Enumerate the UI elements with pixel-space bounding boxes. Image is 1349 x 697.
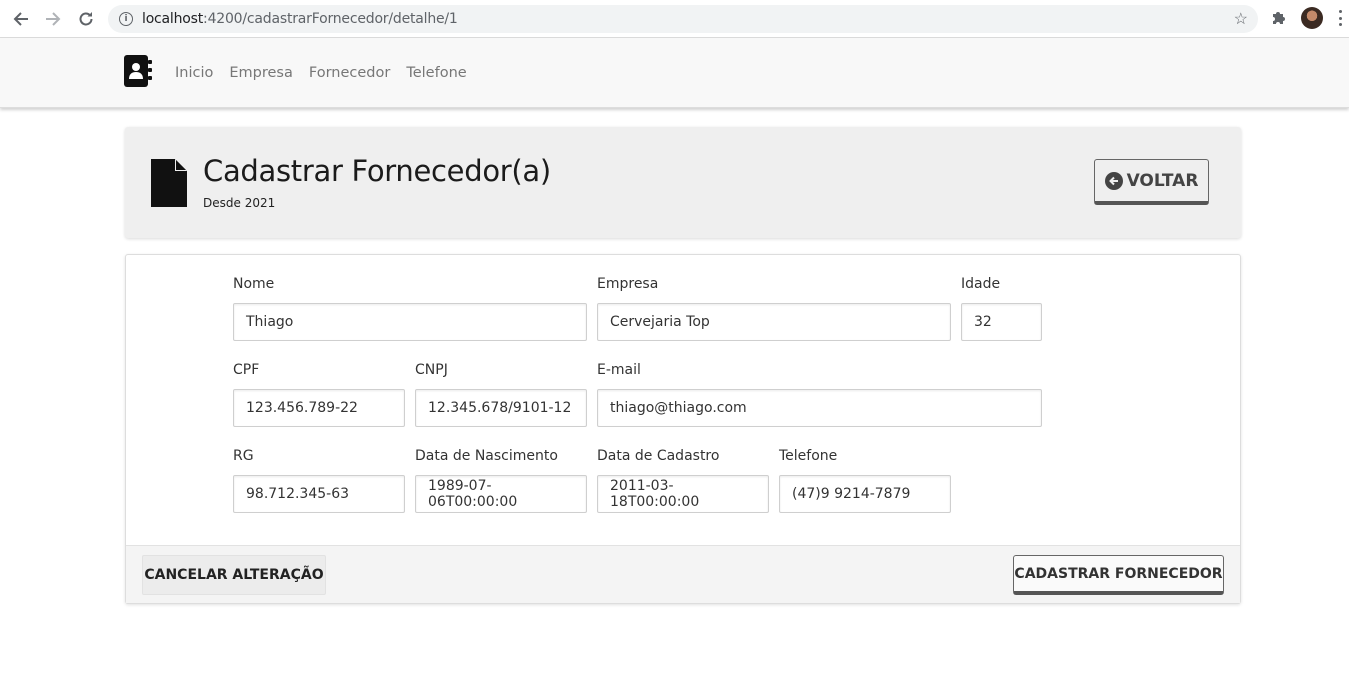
- address-book-icon[interactable]: [124, 55, 152, 87]
- nav-item-telefone[interactable]: Telefone: [406, 65, 466, 81]
- telefone-label: Telefone: [779, 448, 838, 464]
- cadastro-label: Data de Cadastro: [597, 448, 720, 464]
- field-telefone: Telefone (47)9 9214-7879: [779, 446, 951, 513]
- page-title: Cadastrar Fornecedor(a): [203, 154, 551, 188]
- nav-item-inicio[interactable]: Inicio: [175, 65, 213, 81]
- forward-icon[interactable]: [42, 8, 64, 30]
- field-email: E-mail thiago@thiago.com: [597, 360, 1042, 427]
- url-path: :4200/cadastrarFornecedor/detalhe/1: [203, 11, 458, 27]
- field-nome: Nome Thiago: [233, 274, 587, 341]
- main-menu: Inicio Empresa Fornecedor Telefone: [175, 65, 483, 81]
- app-navbar: Inicio Empresa Fornecedor Telefone: [0, 38, 1349, 108]
- form-footer: CANCELAR ALTERAÇÃO CADASTRAR FORNECEDOR: [126, 545, 1240, 603]
- file-icon: [151, 159, 187, 207]
- back-button[interactable]: VOLTAR: [1094, 159, 1209, 205]
- field-rg: RG 98.712.345-63: [233, 446, 405, 513]
- page-subtitle: Desde 2021: [203, 196, 276, 210]
- cadastro-input[interactable]: 2011-03-18T00:00:00: [597, 475, 769, 513]
- empresa-input[interactable]: Cervejaria Top: [597, 303, 951, 341]
- url-host: localhost: [142, 11, 204, 27]
- reload-icon[interactable]: [75, 8, 97, 30]
- field-idade: Idade 32: [961, 274, 1042, 341]
- nav-item-fornecedor[interactable]: Fornecedor: [309, 65, 390, 81]
- cpf-input[interactable]: 123.456.789-22: [233, 389, 405, 427]
- nascimento-label: Data de Nascimento: [415, 448, 558, 464]
- rg-label: RG: [233, 448, 254, 464]
- field-nascimento: Data de Nascimento 1989-07-06T00:00:00: [415, 446, 587, 513]
- idade-input[interactable]: 32: [961, 303, 1042, 341]
- nome-input[interactable]: Thiago: [233, 303, 587, 341]
- field-empresa: Empresa Cervejaria Top: [597, 274, 951, 341]
- field-cnpj: CNPJ 12.345.678/9101-12: [415, 360, 587, 427]
- supplier-form: Nome Thiago Empresa Cervejaria Top Idade…: [125, 254, 1241, 604]
- cnpj-input[interactable]: 12.345.678/9101-12: [415, 389, 587, 427]
- nav-item-empresa[interactable]: Empresa: [229, 65, 293, 81]
- nome-label: Nome: [233, 276, 275, 292]
- email-label: E-mail: [597, 362, 641, 378]
- cnpj-label: CNPJ: [415, 362, 448, 378]
- telefone-input[interactable]: (47)9 9214-7879: [779, 475, 951, 513]
- page-header: Cadastrar Fornecedor(a) Desde 2021 VOLTA…: [125, 127, 1241, 238]
- field-cadastro: Data de Cadastro 2011-03-18T00:00:00: [597, 446, 769, 513]
- profile-avatar[interactable]: [1301, 7, 1323, 29]
- extensions-puzzle-icon[interactable]: [1270, 9, 1288, 27]
- field-cpf: CPF 123.456.789-22: [233, 360, 405, 427]
- nascimento-input[interactable]: 1989-07-06T00:00:00: [415, 475, 587, 513]
- browser-menu-icon[interactable]: [1338, 10, 1342, 26]
- circle-arrow-left-icon: [1104, 171, 1123, 190]
- info-icon[interactable]: i: [119, 12, 133, 26]
- browser-toolbar: i localhost:4200/cadastrarFornecedor/det…: [0, 0, 1349, 38]
- cpf-label: CPF: [233, 362, 260, 378]
- bookmark-star-icon[interactable]: ☆: [1234, 9, 1248, 29]
- back-button-label: VOLTAR: [1126, 170, 1199, 191]
- empresa-label: Empresa: [597, 276, 659, 292]
- email-input[interactable]: thiago@thiago.com: [597, 389, 1042, 427]
- rg-input[interactable]: 98.712.345-63: [233, 475, 405, 513]
- submit-button[interactable]: CADASTRAR FORNECEDOR: [1013, 555, 1224, 595]
- back-icon[interactable]: [10, 8, 32, 30]
- idade-label: Idade: [961, 276, 1001, 292]
- address-bar[interactable]: i localhost:4200/cadastrarFornecedor/det…: [108, 5, 1258, 33]
- cancel-button[interactable]: CANCELAR ALTERAÇÃO: [142, 555, 326, 595]
- url-text[interactable]: localhost:4200/cadastrarFornecedor/detal…: [142, 11, 458, 27]
